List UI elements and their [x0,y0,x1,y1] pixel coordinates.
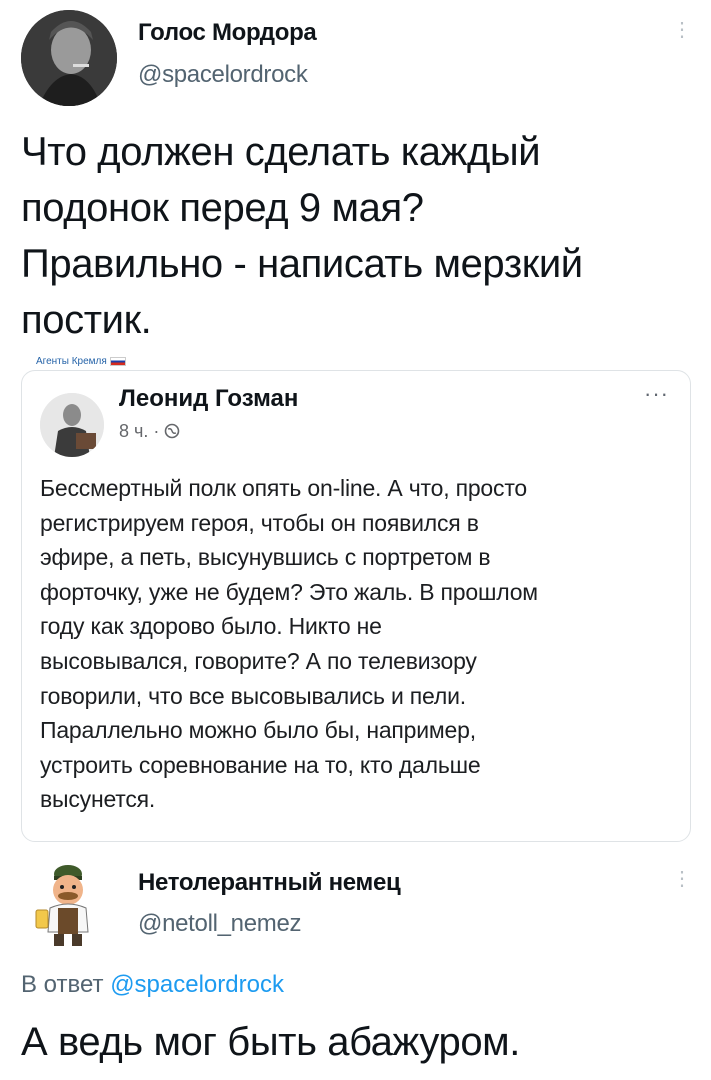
cartoon-man-avatar [35,865,89,946]
tweet-text-line: постик. [21,298,152,342]
reply-context: В ответ @spacelordrock [21,971,284,999]
author-name[interactable]: Голос Мордора [138,19,317,47]
fb-body-line: регистрируем героя, чтобы он появился в [40,509,479,536]
fb-body-line: высовывался, говорите? А по телевизору [40,647,477,674]
more-vertical-icon[interactable]: ⋮ [672,20,692,40]
tweet-text-line: подонок перед 9 мая? [21,186,424,230]
author-name[interactable]: Нетолерантный немец [138,869,401,897]
tweet-text-line: Правильно - написать мерзкий [21,242,583,286]
avatar-photo [21,10,117,106]
fb-body-line: форточку, уже не будем? Это жаль. В прош… [40,578,538,605]
fb-body-line: высунется. [40,786,156,813]
fb-avatar-photo [40,393,104,457]
embedded-post-image[interactable]: Леонид Гозман 8 ч. · ··· Бессмертный пол… [21,370,691,842]
fb-body-line: устроить соревнование на то, кто дальше [40,751,481,778]
avatar[interactable] [21,10,117,106]
reply-handle-link[interactable]: @spacelordrock [110,971,284,998]
fb-post-body: Бессмертный полк опять on-line. А что, п… [40,471,680,817]
author-handle[interactable]: @netoll_nemez [138,910,302,938]
author-handle[interactable]: @spacelordrock [138,61,308,89]
tweet-text-line: Что должен сделать каждый [21,130,541,174]
watermark-label: Агенты Кремля [36,356,107,367]
avatar[interactable] [24,852,114,948]
watermark: Агенты Кремля [36,356,126,367]
globe-icon [165,423,180,439]
flag-icon [109,356,126,366]
more-vertical-icon[interactable]: ⋮ [672,869,692,889]
fb-body-line: эфире, а петь, высунувшись с портретом в [40,544,491,571]
fb-body-line: Бессмертный полк опять on-line. А что, п… [40,475,527,501]
fb-body-line: году как здорово было. Никто не [40,613,382,640]
reply-prefix: В ответ [21,971,104,998]
fb-timestamp: 8 ч. · [119,421,160,441]
fb-author-name: Леонид Гозман [119,385,299,412]
tweet-text: А ведь мог быть абажуром. [21,1020,520,1064]
fb-body-line: говорили, что все высовывались и пели. [40,682,466,709]
fb-body-line: Параллельно можно было бы, например, [40,717,476,744]
fb-meta: 8 ч. · [119,421,180,442]
fb-avatar [40,393,104,457]
tweet-text: Что должен сделать каждый подонок перед … [21,124,701,348]
fb-more-icon: ··· [644,381,669,406]
